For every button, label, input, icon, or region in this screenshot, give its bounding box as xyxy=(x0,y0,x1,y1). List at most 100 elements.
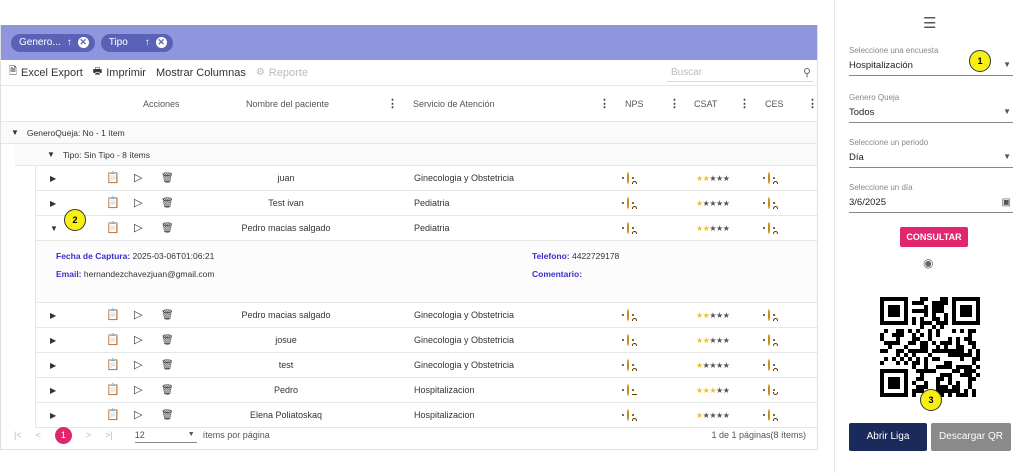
search-icon[interactable]: ⚲ xyxy=(803,64,811,82)
edit-icon[interactable]: ▷ xyxy=(134,328,142,353)
day-picker[interactable]: Seleccione un día 3/6/2025 ▣ xyxy=(849,183,1013,213)
column-menu-icon[interactable]: ⋮ xyxy=(669,97,680,110)
chip-label: Genero... xyxy=(19,37,61,48)
edit-icon[interactable]: ▷ xyxy=(134,216,142,241)
sort-arrow-icon[interactable]: ↑ xyxy=(67,37,72,48)
column-menu-icon[interactable]: ⋮ xyxy=(387,97,398,110)
ces-face-icon xyxy=(768,334,778,346)
period-value: Día xyxy=(849,152,864,163)
last-page-icon[interactable]: >| xyxy=(105,430,113,440)
collapse-icon[interactable]: ▼ xyxy=(47,150,55,159)
search-placeholder: Buscar xyxy=(671,67,703,78)
trash-icon[interactable]: 🗑 xyxy=(161,378,174,403)
header-nps[interactable]: NPS xyxy=(625,99,644,109)
close-icon[interactable]: ✕ xyxy=(77,37,89,48)
current-page-button[interactable]: 1 xyxy=(54,426,72,444)
toolbar: 🗎 Excel Export 🖶 Imprimir Mostrar Column… xyxy=(1,60,817,86)
patient-name: test xyxy=(278,360,294,370)
clipboard-icon[interactable]: 📋 xyxy=(106,191,120,216)
collapse-icon[interactable]: ▼ xyxy=(11,128,19,137)
expand-row-icon[interactable]: ▶ xyxy=(50,303,56,328)
expand-row-icon[interactable]: ▶ xyxy=(50,191,56,216)
close-icon[interactable]: ✕ xyxy=(155,37,167,48)
next-page-icon[interactable]: > xyxy=(86,430,91,440)
header-actions[interactable]: Acciones xyxy=(143,99,180,109)
expand-row-icon[interactable]: ▶ xyxy=(50,378,56,403)
rows-container: ▶ 📋 ▷ 🗑 juan Ginecologia y Obstetricia ★… xyxy=(35,166,817,428)
service-name: Ginecologia y Obstetricia xyxy=(414,335,515,345)
edit-icon[interactable]: ▷ xyxy=(134,303,142,328)
calendar-icon[interactable]: ▣ xyxy=(1002,197,1011,208)
edit-icon[interactable]: ▷ xyxy=(134,353,142,378)
csat-stars: ★★★★★ xyxy=(696,386,730,395)
trash-icon[interactable]: 🗑 xyxy=(161,216,174,241)
print-button[interactable]: 🖶 Imprimir xyxy=(93,64,146,81)
header-service[interactable]: Servicio de Atención xyxy=(413,99,495,109)
group-chip-genero[interactable]: Genero... ↑ ✕ xyxy=(11,33,95,52)
trash-icon[interactable]: 🗑 xyxy=(161,191,174,216)
menu-icon[interactable]: ☰ xyxy=(923,14,936,32)
page-info: 1 de 1 páginas(8 ítems) xyxy=(711,430,806,440)
page-size-select[interactable]: 12 ▼ xyxy=(134,427,197,443)
clipboard-icon[interactable]: 📋 xyxy=(106,303,120,328)
table-row[interactable]: ▶ 📋 ▷ 🗑 Pedro Hospitalizacion ★★★★★ xyxy=(36,378,817,403)
csat-stars: ★★★★★ xyxy=(696,199,730,208)
table-row[interactable]: ▶ 📋 ▷ 🗑 josue Ginecologia y Obstetricia … xyxy=(36,328,817,353)
download-qr-button[interactable]: Descargar QR xyxy=(931,423,1011,451)
edit-icon[interactable]: ▷ xyxy=(134,191,142,216)
trash-icon[interactable]: 🗑 xyxy=(161,328,174,353)
expand-row-icon[interactable]: ▶ xyxy=(50,353,56,378)
ces-face-icon xyxy=(768,222,778,234)
clipboard-icon[interactable]: 📋 xyxy=(106,166,120,191)
eye-icon[interactable]: ◉ xyxy=(923,256,933,270)
ces-face-icon xyxy=(768,384,778,396)
expand-row-icon[interactable]: ▶ xyxy=(50,328,56,353)
genero-select[interactable]: Genero Queja Todos ▼ xyxy=(849,93,1013,123)
service-name: Pediatria xyxy=(414,223,450,233)
table-row[interactable]: ▶ 📋 ▷ 🗑 juan Ginecologia y Obstetricia ★… xyxy=(36,166,817,191)
service-name: Hospitalizacion xyxy=(414,385,475,395)
phone-value: 4422729178 xyxy=(572,251,620,261)
header-ces[interactable]: CES xyxy=(765,99,784,109)
expand-row-icon[interactable]: ▶ xyxy=(50,166,56,191)
csat-stars: ★★★★★ xyxy=(696,224,730,233)
prev-page-icon[interactable]: < xyxy=(36,430,41,440)
edit-icon[interactable]: ▷ xyxy=(134,378,142,403)
column-menu-icon[interactable]: ⋮ xyxy=(599,97,610,110)
table-row[interactable]: ▶ 📋 ▷ 🗑 Test ivan Pediatria ★★★★★ xyxy=(36,191,817,216)
annotation-badge: 1 xyxy=(969,50,991,72)
comment-field: Comentario: xyxy=(532,269,582,279)
trash-icon[interactable]: 🗑 xyxy=(161,353,174,378)
report-button[interactable]: ⚙ Reporte xyxy=(256,67,308,79)
trash-icon[interactable]: 🗑 xyxy=(161,166,174,191)
group-chip-tipo[interactable]: Tipo ↑ ✕ xyxy=(100,33,173,52)
clipboard-icon[interactable]: 📋 xyxy=(106,328,120,353)
column-menu-icon[interactable]: ⋮ xyxy=(739,97,750,110)
collapse-row-icon[interactable]: ▼ xyxy=(50,216,58,241)
capture-field: Fecha de Captura: 2025-03-06T01:06:21 xyxy=(56,251,214,261)
clipboard-icon[interactable]: 📋 xyxy=(106,216,120,241)
header-patient[interactable]: Nombre del paciente xyxy=(246,99,329,109)
comment-label: Comentario: xyxy=(532,269,583,279)
excel-export-button[interactable]: 🗎 Excel Export xyxy=(9,64,83,81)
show-columns-button[interactable]: Mostrar Columnas xyxy=(156,67,246,79)
table-row[interactable]: ▼ 📋 ▷ 🗑 Pedro macias salgado Pediatria ★… xyxy=(36,216,817,241)
page: Genero... ↑ ✕ Tipo ↑ ✕ 🗎 Excel Export 🖶 … xyxy=(0,0,1024,473)
group-row-generoqueja[interactable]: ▼ GeneroQueja: No - 1 ítem xyxy=(1,122,817,144)
column-menu-icon[interactable]: ⋮ xyxy=(807,97,818,110)
period-select[interactable]: Seleccione un periodo Día ▼ xyxy=(849,138,1013,168)
trash-icon[interactable]: 🗑 xyxy=(161,303,174,328)
group-row-tipo[interactable]: ▼ Tipo: Sin Tipo - 8 ítems xyxy=(15,144,817,166)
search-input[interactable]: Buscar ⚲ xyxy=(667,64,813,82)
day-label: Seleccione un día xyxy=(849,183,913,192)
header-csat[interactable]: CSAT xyxy=(694,99,717,109)
open-link-button[interactable]: Abrir Liga xyxy=(849,423,927,451)
consultar-button[interactable]: CONSULTAR xyxy=(900,227,968,247)
first-page-icon[interactable]: |< xyxy=(14,430,22,440)
sort-arrow-icon[interactable]: ↑ xyxy=(145,37,150,48)
clipboard-icon[interactable]: 📋 xyxy=(106,353,120,378)
edit-icon[interactable]: ▷ xyxy=(134,166,142,191)
table-row[interactable]: ▶ 📋 ▷ 🗑 test Ginecologia y Obstetricia ★… xyxy=(36,353,817,378)
table-row[interactable]: ▶ 📋 ▷ 🗑 Pedro macias salgado Ginecologia… xyxy=(36,303,817,328)
clipboard-icon[interactable]: 📋 xyxy=(106,378,120,403)
